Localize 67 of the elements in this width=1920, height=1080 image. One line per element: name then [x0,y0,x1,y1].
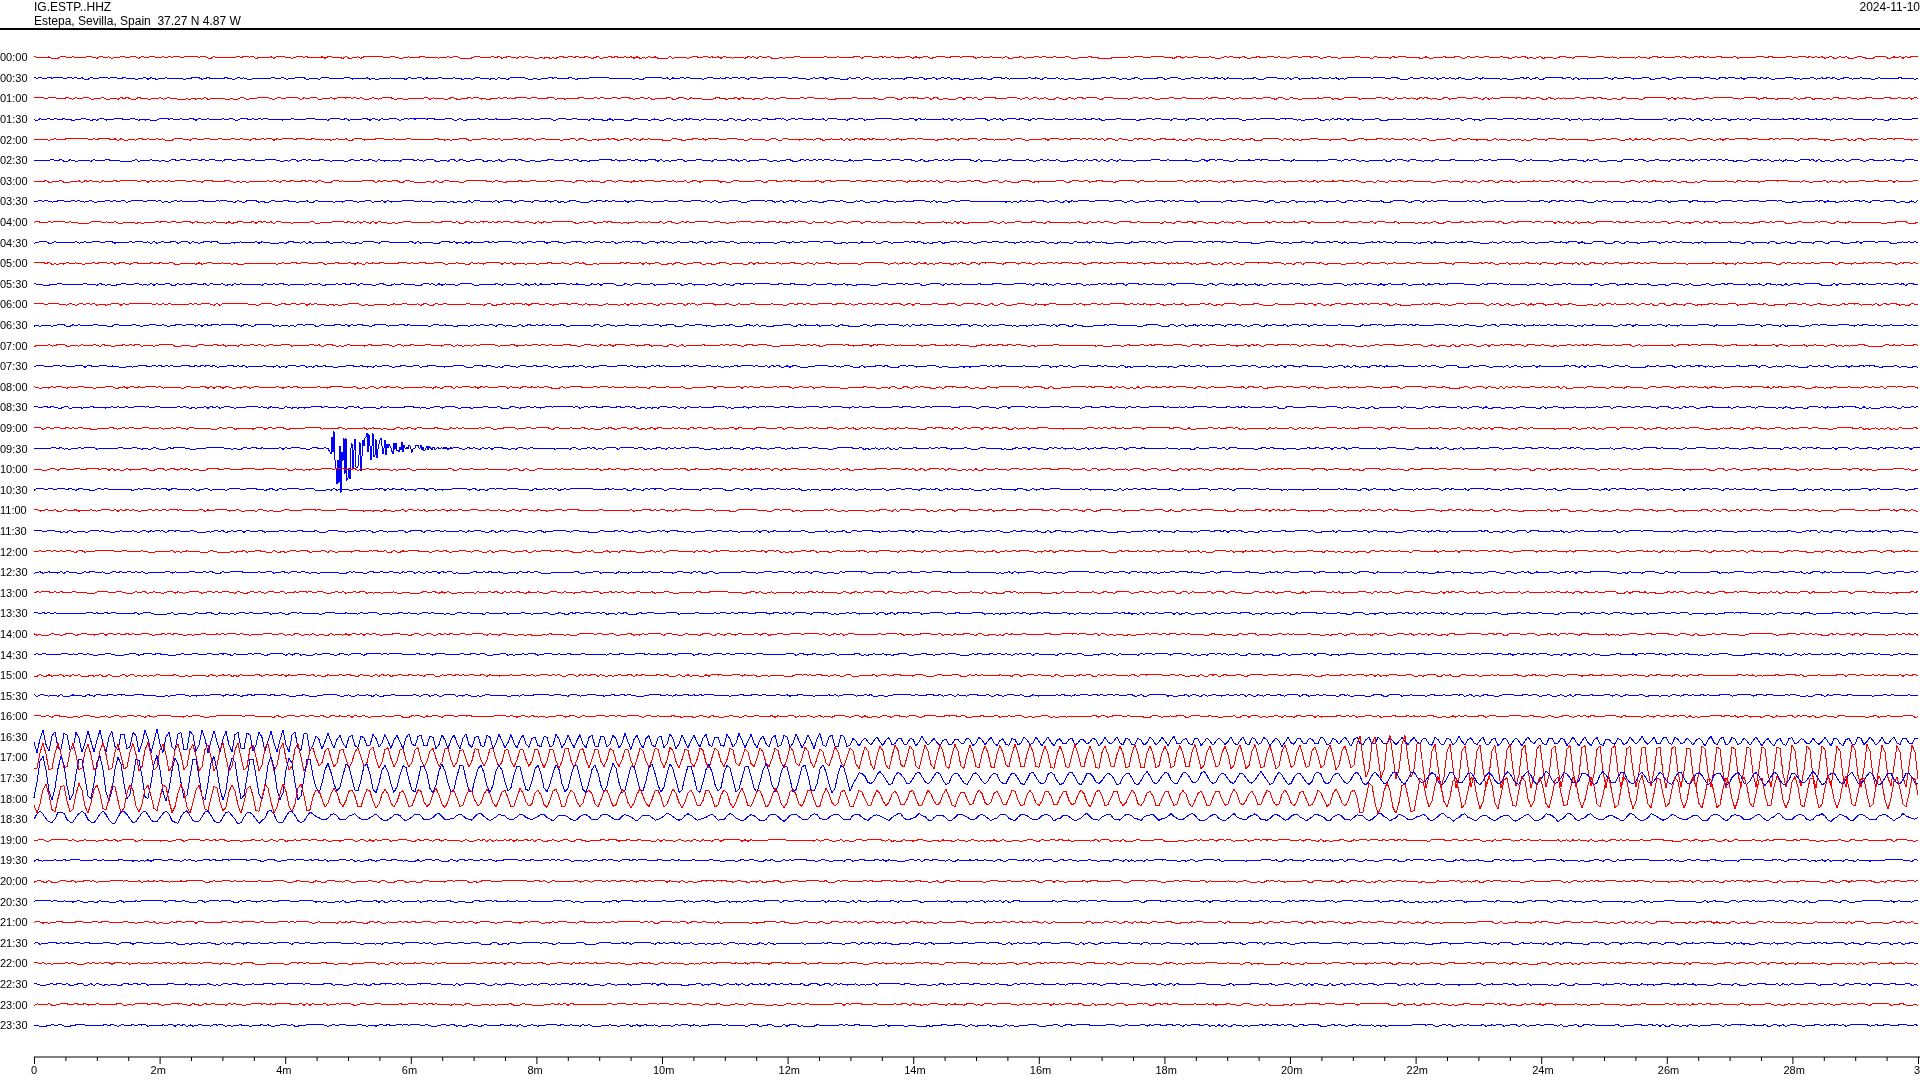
time-label: 09:30 [0,442,29,455]
time-label: 21:30 [0,936,29,949]
time-label: 04:30 [0,236,29,249]
time-label: 21:00 [0,916,29,929]
axis-label: 24m [1532,1064,1554,1077]
time-label: 15:30 [0,689,29,702]
time-label: 14:30 [0,648,29,661]
time-label: 08:00 [0,380,29,393]
station-code: IG.ESTP..HHZ [34,0,113,14]
time-label: 08:30 [0,401,29,414]
time-label: 17:00 [0,751,29,764]
time-label: 03:30 [0,195,29,208]
axis-label: 4m [276,1064,292,1077]
axis-label: 2m [150,1064,166,1077]
time-label: 10:30 [0,483,29,496]
axis-label: 20m [1281,1064,1303,1077]
time-label: 13:30 [0,607,29,620]
time-label: 23:30 [0,1019,29,1032]
time-label: 22:30 [0,978,29,990]
time-label: 09:00 [0,422,29,434]
time-label: 11:30 [0,524,28,537]
station-location: Estepa, Sevilla, Spain 37.27 N 4.87 W [34,14,241,28]
time-label: 23:00 [0,998,29,1011]
time-label: 17:30 [0,772,29,785]
time-label: 18:00 [0,792,29,805]
time-label: 03:00 [0,174,29,187]
time-label: 19:30 [0,854,29,867]
time-label: 02:30 [0,154,29,167]
time-label: 12:30 [0,566,29,579]
time-label: 12:00 [0,545,29,558]
time-label: 11:00 [0,504,28,517]
axis-label: 18m [1155,1064,1177,1077]
time-label: 06:00 [0,298,29,311]
time-label: 00:30 [0,71,29,84]
axis-label: 28m [1783,1064,1805,1077]
axis-label: 10m [653,1064,675,1077]
axis-label: 8m [527,1064,543,1077]
time-label: 22:00 [0,957,29,970]
time-label: 07:30 [0,360,29,373]
time-label: 06:30 [0,319,29,331]
time-label: 01:30 [0,113,29,126]
time-label: 02:00 [0,133,29,146]
axis-label: 16m [1029,1064,1052,1077]
axis-label: 22m [1406,1064,1428,1077]
axis-label: 3 [1914,1064,1920,1077]
axis-label: 12m [778,1064,800,1077]
time-label: 13:00 [0,586,29,599]
time-label: 10:00 [0,463,29,476]
time-label: 16:00 [0,710,29,723]
time-label: 16:30 [0,730,29,743]
time-label: 04:00 [0,216,29,229]
time-label: 15:00 [0,669,29,682]
time-label: 05:00 [0,257,29,270]
axis-label: 0 [31,1064,38,1077]
time-label: 20:30 [0,895,29,908]
time-label: 00:00 [0,51,29,64]
axis-label: 26m [1657,1064,1680,1077]
time-label: 07:00 [0,339,29,352]
time-label: 01:00 [0,92,29,105]
time-label: 19:00 [0,833,29,846]
time-label: 20:00 [0,875,29,888]
axis-label: 6m [401,1064,418,1077]
time-label: 05:30 [0,277,29,290]
time-label: 18:30 [0,813,29,826]
time-label: 14:00 [0,627,29,640]
plot-date: 2024-11-10 [1859,0,1920,16]
axis-label: 14m [904,1064,926,1077]
